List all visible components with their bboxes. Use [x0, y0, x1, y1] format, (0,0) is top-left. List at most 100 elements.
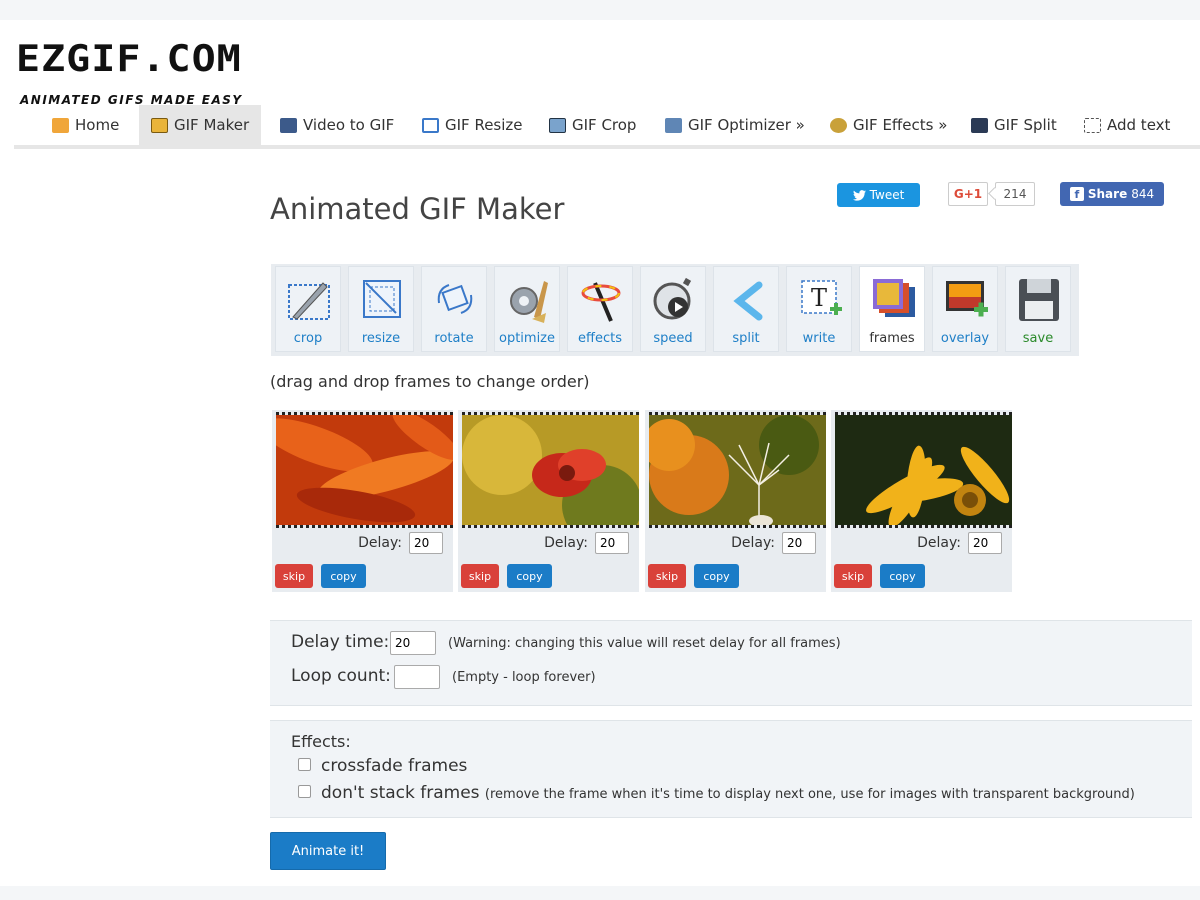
frame-delay-input[interactable]: [968, 532, 1002, 554]
nav-gif-effects[interactable]: GIF Effects »: [830, 105, 947, 145]
copy-button[interactable]: copy: [880, 564, 925, 588]
copy-button[interactable]: copy: [507, 564, 552, 588]
frame-delay-label: Delay:: [917, 535, 961, 551]
effects-icon: [830, 117, 847, 133]
frame-delay-label: Delay:: [358, 535, 402, 551]
nav-gif-effects-label: GIF Effects »: [853, 116, 948, 134]
drag-hint: (drag and drop frames to change order): [270, 372, 590, 391]
copy-button[interactable]: copy: [694, 564, 739, 588]
yellow-flower-image: [835, 415, 1012, 525]
tool-frames-label: frames: [869, 331, 915, 346]
facebook-share-button[interactable]: f Share 844: [1060, 182, 1164, 206]
dont-stack-checkbox[interactable]: [298, 785, 311, 798]
effects-title: Effects:: [291, 732, 351, 751]
skip-button[interactable]: skip: [275, 564, 313, 588]
loop-count-input[interactable]: [394, 665, 440, 689]
frame-item[interactable]: Delay: skip copy: [272, 410, 453, 592]
nav-gif-crop[interactable]: GIF Crop: [549, 105, 636, 145]
floppy-disk-icon: [1019, 279, 1059, 321]
loop-count-label: Loop count:: [291, 666, 391, 686]
site-logo[interactable]: EZGIF.COM ANIMATED GIFS MADE EASY: [16, 38, 306, 108]
home-icon: [52, 117, 69, 133]
tool-save[interactable]: save: [1005, 266, 1071, 352]
tool-speed[interactable]: speed: [640, 266, 706, 352]
frame-thumbnail[interactable]: [649, 412, 826, 528]
frame-delay-label: Delay:: [731, 535, 775, 551]
crossfade-label[interactable]: crossfade frames: [321, 756, 467, 776]
tool-crop-label: crop: [293, 331, 323, 346]
tool-effects-label: effects: [578, 331, 622, 346]
nav-gif-resize-label: GIF Resize: [445, 116, 523, 134]
frame-delay-input[interactable]: [782, 532, 816, 554]
dont-stack-label[interactable]: don't stack frames (remove the frame whe…: [321, 783, 1135, 803]
nav-gif-resize[interactable]: GIF Resize: [422, 105, 523, 145]
effects-settings: Effects: crossfade frames don't stack fr…: [270, 720, 1192, 818]
tool-resize-label: resize: [361, 331, 401, 346]
tool-rotate-label: rotate: [434, 331, 474, 346]
frames-icon: [873, 279, 915, 317]
crossfade-checkbox[interactable]: [298, 758, 311, 771]
split-icon: [733, 281, 763, 321]
nav-home[interactable]: Home: [52, 105, 119, 145]
frame-delay-label: Delay:: [544, 535, 588, 551]
google-plus-count: 214: [995, 182, 1035, 206]
tool-rotate[interactable]: rotate: [421, 266, 487, 352]
nav-gif-maker[interactable]: GIF Maker: [139, 105, 262, 145]
logo-wordmark: EZGIF.COM: [16, 38, 242, 81]
facebook-icon: f: [1069, 187, 1084, 201]
orange-flower-image: [276, 415, 453, 525]
optimize-icon: [510, 281, 548, 323]
overlay-icon: [946, 281, 988, 317]
crop-icon: [288, 282, 330, 320]
tool-overlay[interactable]: overlay: [932, 266, 998, 352]
nav-gif-split[interactable]: GIF Split: [971, 105, 1057, 145]
tool-split-label: split: [732, 331, 760, 346]
delay-time-label: Delay time:: [291, 632, 390, 652]
tool-frames[interactable]: frames: [859, 266, 925, 352]
google-plus-button[interactable]: G+1: [948, 182, 988, 206]
tool-optimize-label: optimize: [498, 331, 555, 346]
twitter-bird-icon: [852, 189, 866, 201]
tweet-button[interactable]: Tweet: [837, 183, 920, 207]
frame-item[interactable]: Delay: skip copy: [645, 410, 826, 592]
tool-split[interactable]: split: [713, 266, 779, 352]
skip-button[interactable]: skip: [648, 564, 686, 588]
red-marigold-image: [462, 415, 639, 525]
frame-item[interactable]: Delay: skip copy: [458, 410, 639, 592]
frame-item[interactable]: Delay: skip copy: [831, 410, 1012, 592]
nav-gif-optimizer-label: GIF Optimizer »: [688, 116, 805, 134]
frame-delay-input[interactable]: [595, 532, 629, 554]
dont-stack-note: (remove the frame when it's time to disp…: [484, 787, 1135, 802]
skip-button[interactable]: skip: [834, 564, 872, 588]
animate-button[interactable]: Animate it!: [270, 832, 386, 870]
tool-write[interactable]: T write: [786, 266, 852, 352]
optimizer-icon: [665, 117, 682, 133]
frame-thumbnail[interactable]: [835, 412, 1012, 528]
dandelion-seed-image: [649, 415, 826, 525]
nav-video-to-gif-label: Video to GIF: [303, 116, 395, 134]
nav-gif-crop-label: GIF Crop: [572, 116, 637, 134]
tool-crop[interactable]: crop: [275, 266, 341, 352]
tool-resize[interactable]: resize: [348, 266, 414, 352]
delay-time-input[interactable]: [390, 631, 436, 655]
frame-delay-input[interactable]: [409, 532, 443, 554]
tool-effects[interactable]: effects: [567, 266, 633, 352]
nav-add-text[interactable]: Add text: [1084, 105, 1170, 145]
nav-video-to-gif[interactable]: Video to GIF: [280, 105, 394, 145]
nav-gif-maker-label: GIF Maker: [174, 116, 250, 134]
facebook-share-label: Share: [1087, 187, 1128, 201]
loop-count-note: (Empty - loop forever): [452, 670, 596, 685]
stopwatch-icon: [653, 277, 692, 320]
frame-thumbnail[interactable]: [276, 412, 453, 528]
copy-button[interactable]: copy: [321, 564, 366, 588]
page-title: Animated GIF Maker: [270, 192, 565, 226]
add-text-icon: [1084, 117, 1101, 133]
nav-home-label: Home: [75, 116, 120, 134]
delay-time-note: (Warning: changing this value will reset…: [448, 636, 841, 651]
facebook-share-count: 844: [1131, 187, 1155, 201]
skip-button[interactable]: skip: [461, 564, 499, 588]
tool-optimize[interactable]: optimize: [494, 266, 560, 352]
tool-save-label: save: [1022, 331, 1054, 346]
nav-gif-optimizer[interactable]: GIF Optimizer »: [665, 105, 805, 145]
frame-thumbnail[interactable]: [462, 412, 639, 528]
